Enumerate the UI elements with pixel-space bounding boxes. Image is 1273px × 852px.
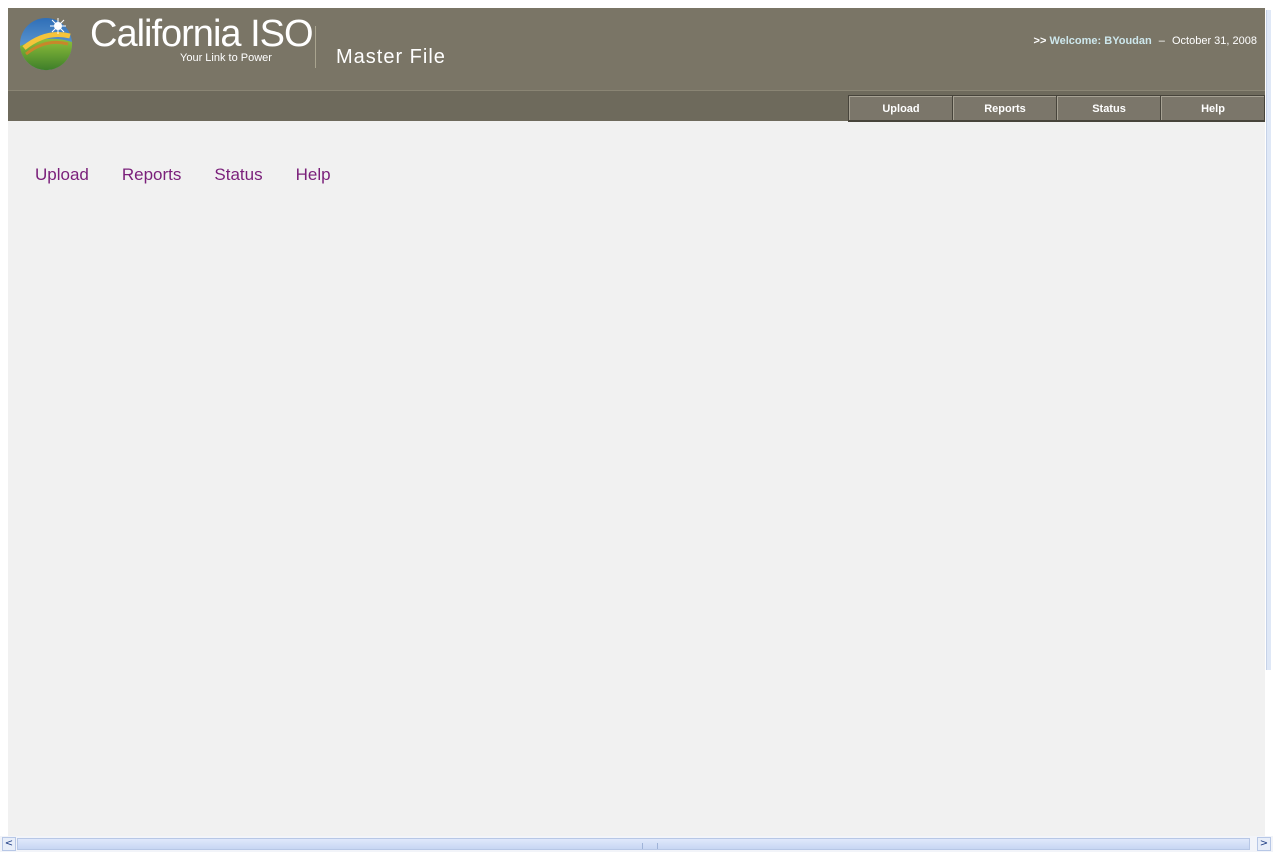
- horizontal-scrollbar-thumb[interactable]: [17, 838, 1250, 850]
- welcome-prefix: >>: [1033, 35, 1047, 47]
- brand-name: California ISO: [90, 13, 314, 55]
- tab-help[interactable]: Help: [1161, 96, 1264, 120]
- welcome-date: October 31, 2008: [1171, 35, 1257, 47]
- logo[interactable]: California ISO Your Link to Power: [18, 13, 314, 74]
- page-frame: California ISO Your Link to Power Master…: [8, 8, 1265, 836]
- vertical-scrollbar[interactable]: [1265, 0, 1273, 852]
- tab-status[interactable]: Status: [1057, 96, 1160, 120]
- welcome-message: >> Welcome: BYoudan – October 31, 2008: [1034, 35, 1257, 47]
- link-help[interactable]: Help: [296, 165, 331, 185]
- tab-upload[interactable]: Upload: [849, 96, 952, 120]
- welcome-separator: –: [1158, 35, 1165, 47]
- horizontal-scrollbar[interactable]: < >: [0, 836, 1273, 852]
- link-upload[interactable]: Upload: [35, 165, 89, 185]
- main-links: Upload Reports Status Help: [35, 165, 364, 185]
- welcome-user: BYoudan: [1104, 35, 1152, 47]
- tab-reports[interactable]: Reports: [953, 96, 1056, 120]
- link-status[interactable]: Status: [214, 165, 262, 185]
- vertical-scrollbar-thumb[interactable]: [1266, 10, 1271, 670]
- california-iso-globe-icon: [20, 18, 73, 71]
- brand-tagline: Your Link to Power: [180, 52, 272, 64]
- link-reports[interactable]: Reports: [122, 165, 182, 185]
- welcome-label: Welcome:: [1049, 35, 1102, 47]
- app-header: California ISO Your Link to Power Master…: [8, 8, 1265, 122]
- header-tab-bar: Upload Reports Status Help: [848, 95, 1265, 122]
- app-title: Master File: [336, 46, 446, 68]
- scroll-right-button[interactable]: >: [1257, 837, 1271, 851]
- header-divider: [315, 26, 316, 68]
- scroll-left-button[interactable]: <: [2, 837, 16, 851]
- scrollbar-grip-icon: [642, 843, 658, 849]
